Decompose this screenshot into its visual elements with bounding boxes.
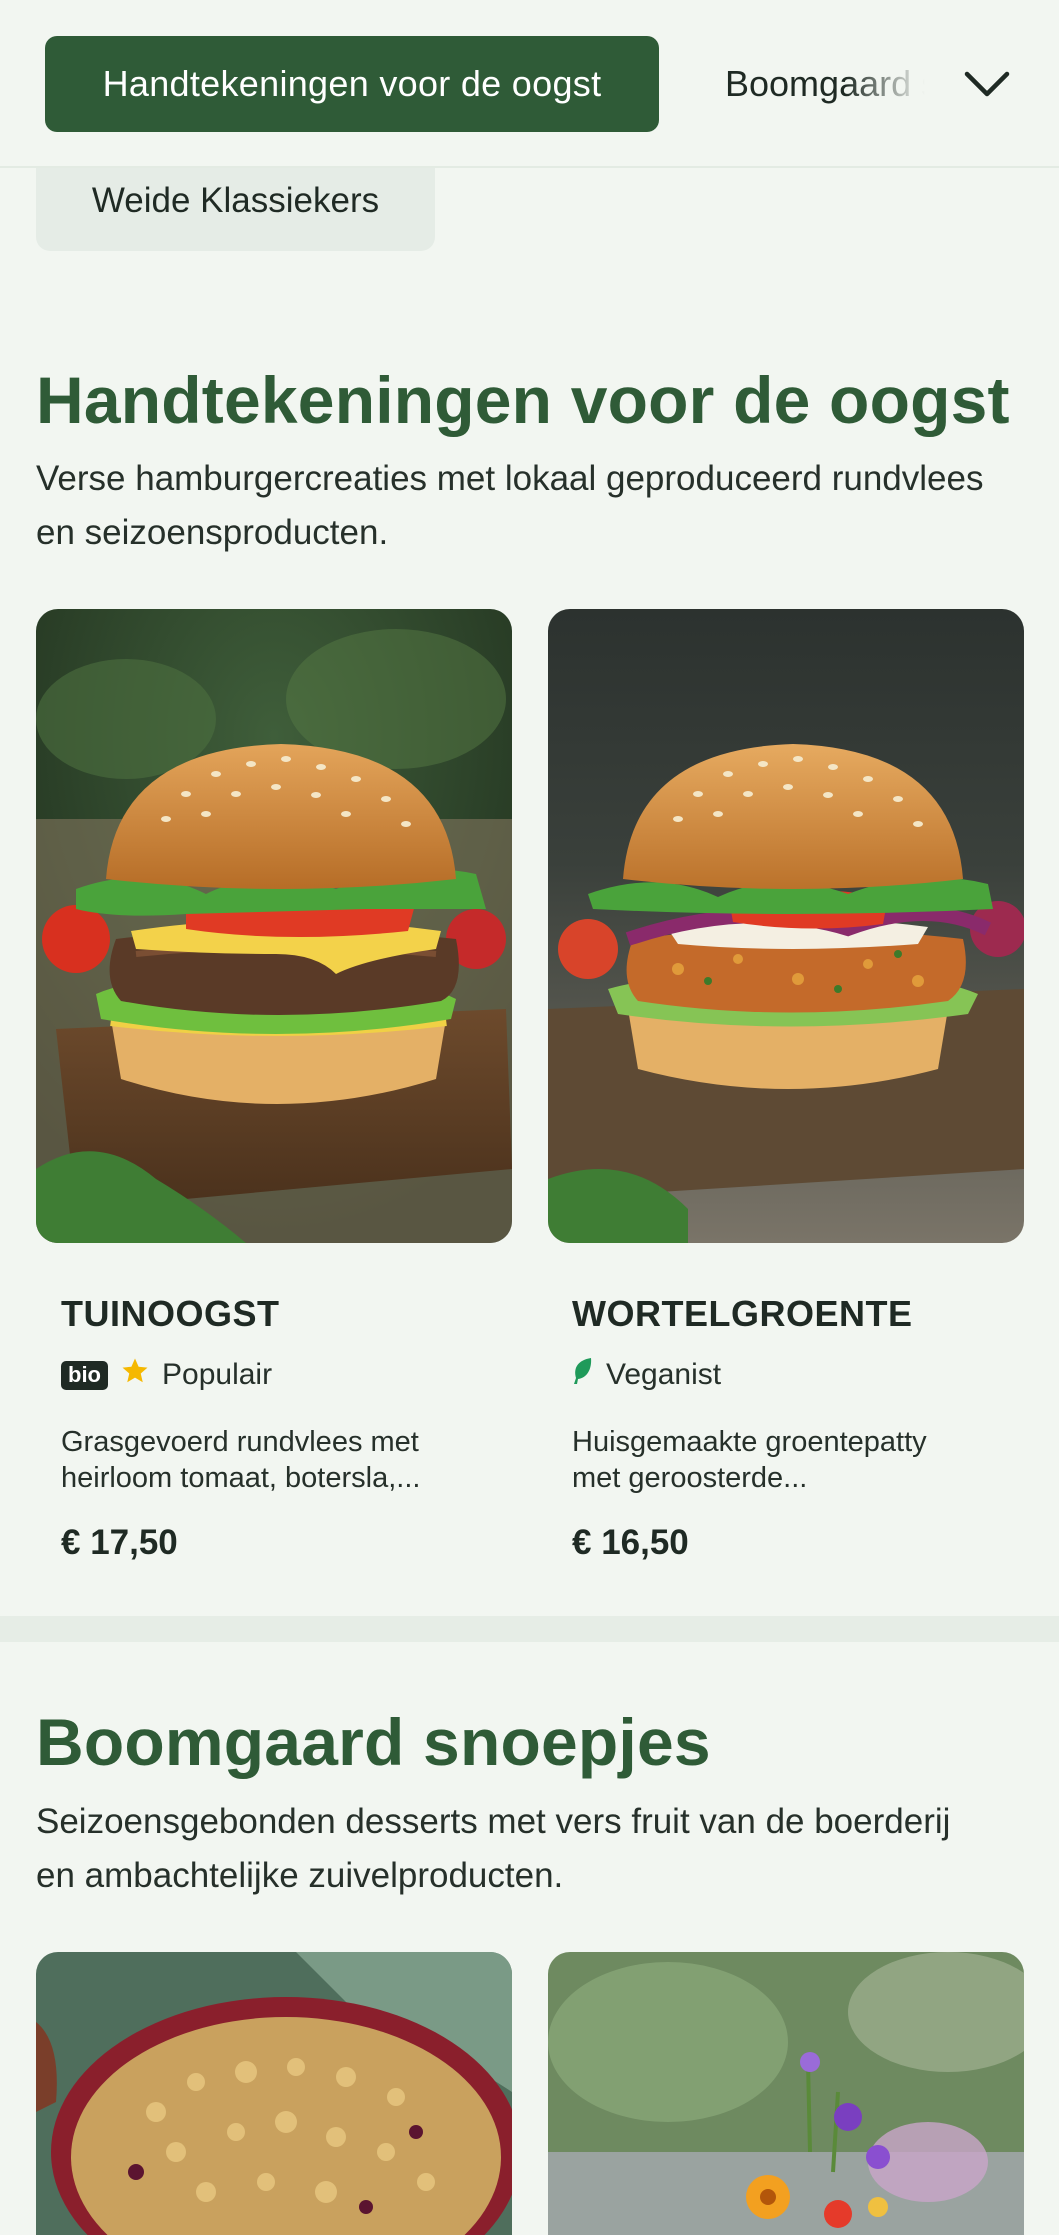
chevron-down-icon[interactable]	[957, 58, 1017, 110]
tab-handtekeningen[interactable]: Handtekeningen voor de oogst	[45, 36, 659, 132]
menu-item-image[interactable]	[548, 1952, 1024, 2235]
star-icon	[120, 1356, 150, 1394]
menu-item-tags: Veganist	[572, 1356, 721, 1394]
section-divider	[0, 1616, 1059, 1642]
section-title: Handtekeningen voor de oogst	[36, 363, 1010, 437]
leaf-icon	[572, 1356, 594, 1394]
bio-badge: bio	[61, 1360, 108, 1390]
menu-item-description: Huisgemaakte groentepatty met geroosterd…	[572, 1426, 927, 1494]
menu-item-price: € 17,50	[61, 1523, 178, 1562]
menu-item-tags: bio Populair	[61, 1356, 272, 1394]
menu-item-price: € 16,50	[572, 1523, 689, 1562]
menu-item-image[interactable]	[548, 609, 1024, 1243]
menu-item-image[interactable]	[36, 609, 512, 1243]
menu-item-name[interactable]: TUINOOGST	[61, 1293, 280, 1335]
section-title: Boomgaard snoepjes	[36, 1705, 711, 1779]
tag-label: Veganist	[606, 1358, 722, 1391]
tab-boomgaard[interactable]: Boomgaard snoepjes	[725, 36, 925, 132]
menu-item-name[interactable]: WORTELGROENTE	[572, 1293, 912, 1335]
category-nav: Handtekeningen voor de oogst Boomgaard s…	[0, 0, 1059, 168]
menu-item-image[interactable]	[36, 1952, 512, 2235]
tag-label: Populair	[162, 1358, 273, 1391]
section-description: Verse hamburgercreaties met lokaal gepro…	[36, 459, 984, 552]
section-description: Seizoensgebonden desserts met vers fruit…	[36, 1802, 951, 1895]
menu-item-description: Grasgevoerd rundvlees met heirloom tomaa…	[61, 1426, 421, 1494]
